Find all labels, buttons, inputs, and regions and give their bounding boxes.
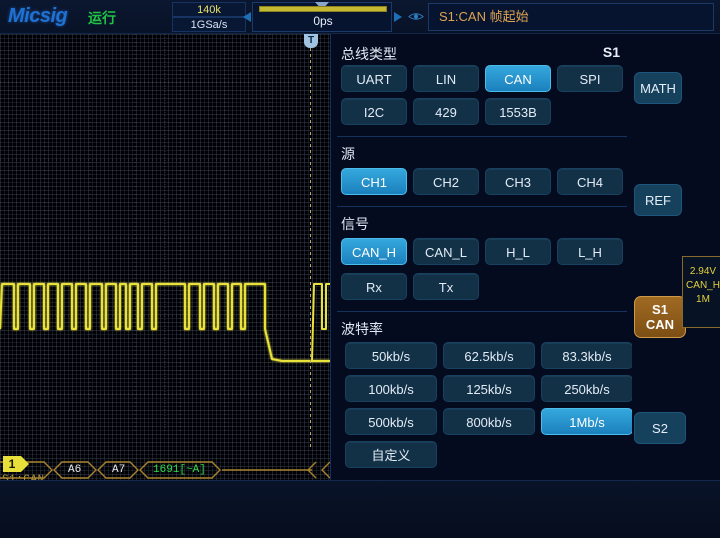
brand-logo: Micsig [8, 5, 67, 28]
bus-type-title: 总线类型 [341, 44, 397, 64]
s1-can-button[interactable]: S1 CAN [634, 296, 686, 338]
eye-icon[interactable] [408, 11, 424, 22]
memory-depth-value[interactable]: 140k [172, 2, 246, 17]
source-title: 源 [341, 144, 355, 164]
decode-title-field[interactable]: S1:CAN 帧起始 [428, 3, 714, 31]
baud-custom[interactable]: 自定义 [345, 441, 437, 468]
source-ch1[interactable]: CH1 [341, 168, 407, 195]
trigger-position-panel[interactable]: 0ps [252, 2, 392, 32]
info-voltage: 2.94V [683, 265, 720, 279]
oscilloscope-screen: Micsig 运行 140k 1GSa/s 0ps S1:CAN 帧起始 [0, 0, 720, 538]
baud-1mbs[interactable]: 1Mb/s [541, 408, 633, 435]
bus-type-spi[interactable]: SPI [557, 65, 623, 92]
right-rail: MATH REF S1 CAN 2.94V CAN_H 1M S2 [632, 34, 720, 480]
s1-label-line1: S1 [635, 302, 685, 317]
baud-500kbs[interactable]: 500kb/s [345, 408, 437, 435]
signal-tx[interactable]: Tx [413, 273, 479, 300]
divider-signal-baud [337, 311, 627, 312]
baud-100kbs[interactable]: 100kb/s [345, 375, 437, 402]
s1-label-line2: CAN [635, 317, 685, 332]
bus-type-uart[interactable]: UART [341, 65, 407, 92]
baud-800kbs[interactable]: 800kb/s [443, 408, 535, 435]
info-signal: CAN_H [683, 279, 720, 293]
run-state-label[interactable]: 运行 [88, 8, 116, 28]
divider-source-signal [337, 206, 627, 207]
signal-can-h[interactable]: CAN_H [341, 238, 407, 265]
bus-type-can[interactable]: CAN [485, 65, 551, 92]
arrow-left-icon[interactable] [243, 12, 251, 22]
waveform-display[interactable]: T 1 [0, 34, 330, 480]
decode-segment-1[interactable]: A7 [112, 464, 125, 476]
baud-125kbs[interactable]: 125kb/s [443, 375, 535, 402]
decode-bar[interactable]: 1 S1:CAN A6 A7 1691[~A] [0, 432, 330, 480]
decode-bus-label: S1:CAN [2, 474, 45, 480]
decode-segment-0[interactable]: A6 [68, 464, 81, 476]
bottom-toolbar: 微调 快速 保存 10us [0, 480, 720, 538]
baud-250kbs[interactable]: 250kb/s [541, 375, 633, 402]
signal-can-l[interactable]: CAN_L [413, 238, 479, 265]
signal-title: 信号 [341, 214, 369, 234]
decode-settings-panel: 总线类型 S1 UART LIN CAN SPI I2C 429 1553B 源… [330, 34, 632, 480]
decode-segment-2[interactable]: 1691[~A] [153, 464, 206, 476]
s2-button[interactable]: S2 [634, 412, 686, 444]
bus-type-lin[interactable]: LIN [413, 65, 479, 92]
source-ch2[interactable]: CH2 [413, 168, 479, 195]
bus-type-i2c[interactable]: I2C [341, 98, 407, 125]
trigger-position-value: 0ps [253, 14, 393, 28]
trigger-position-line [310, 48, 311, 448]
signal-h-l[interactable]: H_L [485, 238, 551, 265]
baud-83p3kbs[interactable]: 83.3kb/s [541, 342, 633, 369]
arrow-right-icon[interactable] [394, 12, 402, 22]
channel-info-box: 2.94V CAN_H 1M [682, 256, 720, 328]
memory-bar [259, 6, 387, 12]
sample-rate-value[interactable]: 1GSa/s [172, 17, 246, 32]
top-status-bar: Micsig 运行 140k 1GSa/s 0ps S1:CAN 帧起始 [0, 0, 720, 34]
info-rate: 1M [683, 293, 720, 307]
math-button[interactable]: MATH [634, 72, 682, 104]
baud-50kbs[interactable]: 50kb/s [345, 342, 437, 369]
source-ch4[interactable]: CH4 [557, 168, 623, 195]
signal-l-h[interactable]: L_H [557, 238, 623, 265]
channel1-trace [0, 34, 330, 432]
channel-1-marker[interactable]: 1 [3, 456, 21, 472]
source-ch3[interactable]: CH3 [485, 168, 551, 195]
baud-62p5kbs[interactable]: 62.5kb/s [443, 342, 535, 369]
trigger-level-marker[interactable]: T [304, 34, 318, 48]
divider-bus-source [337, 136, 627, 137]
baud-rate-title: 波特率 [341, 319, 383, 339]
signal-rx[interactable]: Rx [341, 273, 407, 300]
bus-type-1553b[interactable]: 1553B [485, 98, 551, 125]
ref-button[interactable]: REF [634, 184, 682, 216]
bus-type-429[interactable]: 429 [413, 98, 479, 125]
bus-slot-badge: S1 [603, 44, 620, 60]
